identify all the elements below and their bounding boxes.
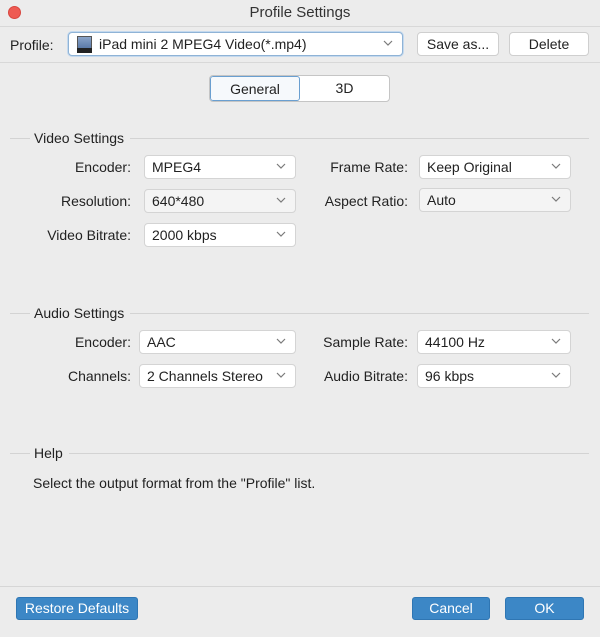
chevron-down-icon [550,335,562,347]
resolution-value: 640*480 [152,193,205,209]
profile-value: iPad mini 2 MPEG4 Video(*.mp4) [99,36,307,52]
sample-rate-label: Sample Rate: [323,334,408,350]
title-bar: Profile Settings [0,0,600,26]
video-encoder-label: Encoder: [74,159,131,175]
ok-button[interactable]: OK [505,597,584,620]
chevron-down-icon [550,193,562,205]
aspect-ratio-select[interactable]: Auto [419,188,571,212]
audio-bitrate-value: 96 kbps [425,368,475,384]
frame-rate-select[interactable]: Keep Original [419,155,571,179]
video-bitrate-value: 2000 kbps [152,227,217,243]
help-divider [10,453,589,454]
video-bitrate-label: Video Bitrate: [47,227,131,243]
save-as-button[interactable]: Save as... [417,32,499,56]
video-bitrate-select[interactable]: 2000 kbps [144,223,296,247]
sample-rate-value: 44100 Hz [425,334,485,350]
frame-rate-value: Keep Original [427,159,512,175]
audio-encoder-label: Encoder: [74,334,131,350]
video-encoder-value: MPEG4 [152,159,202,175]
audio-bitrate-label: Audio Bitrate: [323,368,408,384]
channels-value: 2 Channels Stereo [147,368,263,384]
resolution-label: Resolution: [60,193,131,209]
sample-rate-select[interactable]: 44100 Hz [417,330,571,354]
delete-button[interactable]: Delete [509,32,589,56]
window-title: Profile Settings [249,4,351,21]
cancel-button[interactable]: Cancel [412,597,490,620]
audio-encoder-value: AAC [147,334,176,350]
video-settings-title: Video Settings [30,130,131,146]
chevron-down-icon [275,369,287,381]
chevron-down-icon [275,160,287,172]
chevron-down-icon [275,335,287,347]
chevron-down-icon [550,160,562,172]
aspect-ratio-label: Aspect Ratio: [324,193,408,209]
channels-select[interactable]: 2 Channels Stereo [139,364,296,388]
profile-bar: Profile: iPad mini 2 MPEG4 Video(*.mp4) … [0,26,600,63]
profile-select[interactable]: iPad mini 2 MPEG4 Video(*.mp4) [68,32,403,56]
help-text: Select the output format from the "Profi… [33,475,316,491]
chevron-down-icon [275,194,287,206]
tab-bar: General 3D [209,75,390,102]
video-encoder-select[interactable]: MPEG4 [144,155,296,179]
chevron-down-icon [382,37,394,49]
aspect-ratio-value: Auto [427,192,456,208]
frame-rate-label: Frame Rate: [330,159,408,175]
profile-label: Profile: [10,37,54,53]
footer-divider [0,586,600,587]
restore-defaults-button[interactable]: Restore Defaults [16,597,138,620]
channels-label: Channels: [67,368,131,384]
audio-encoder-select[interactable]: AAC [139,330,296,354]
audio-bitrate-select[interactable]: 96 kbps [417,364,571,388]
ipad-icon [77,36,92,53]
help-title: Help [30,445,69,461]
chevron-down-icon [275,228,287,240]
resolution-select[interactable]: 640*480 [144,189,296,213]
tab-3d[interactable]: 3D [300,76,389,101]
chevron-down-icon [550,369,562,381]
audio-settings-title: Audio Settings [30,305,131,321]
tab-general[interactable]: General [210,76,300,101]
